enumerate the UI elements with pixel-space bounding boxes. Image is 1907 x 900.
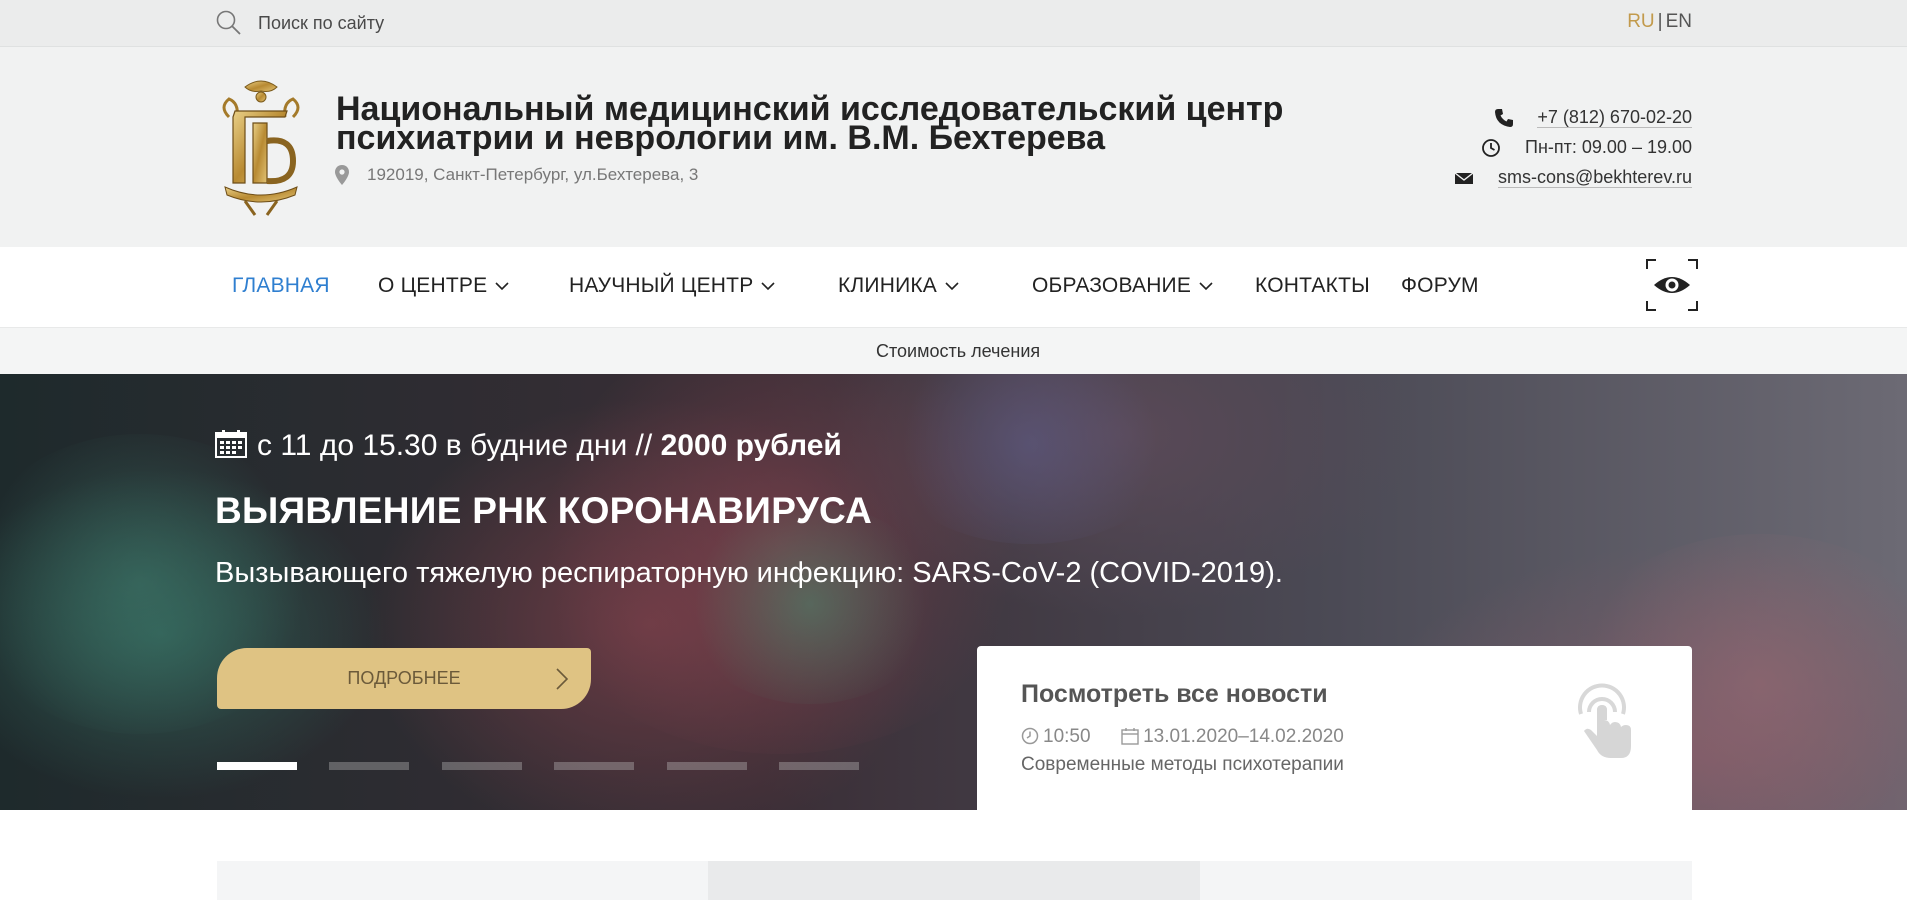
chevron-down-icon bbox=[761, 282, 775, 291]
slider-dot-2[interactable] bbox=[329, 762, 409, 770]
address-text: 192019, Санкт-Петербург, ул.Бехтерева, 3 bbox=[367, 165, 699, 184]
clock-icon bbox=[1482, 139, 1500, 157]
chevron-down-icon bbox=[495, 282, 509, 291]
nav-item-forum[interactable]: ФОРУМ bbox=[1401, 274, 1479, 298]
more-details-label: ПОДРОБНЕЕ bbox=[347, 668, 461, 688]
slider-dot-1[interactable] bbox=[217, 762, 297, 770]
news-meta: 10:50 13.01.2020–14.02.2020 bbox=[1021, 726, 1344, 748]
eye-icon[interactable] bbox=[1646, 259, 1698, 311]
phone-row: +7 (812) 670-02-20 bbox=[1495, 105, 1692, 135]
chevron-down-icon bbox=[1199, 282, 1213, 291]
nav-item-label: НАУЧНЫЙ ЦЕНТР bbox=[569, 274, 754, 297]
nav-item-education[interactable]: ОБРАЗОВАНИЕ bbox=[1032, 274, 1213, 298]
news-time: 10:50 bbox=[1043, 726, 1091, 747]
sub-navigation: Стоимость лечения bbox=[0, 327, 1907, 374]
hero-title: ВЫЯВЛЕНИЕ РНК КОРОНАВИРУСА bbox=[215, 490, 873, 531]
search-input[interactable] bbox=[258, 10, 678, 36]
nav-item-label: О ЦЕНТРЕ bbox=[378, 274, 488, 297]
nav-item-label: КЛИНИКА bbox=[838, 274, 938, 297]
hero-schedule: с 11 до 15.30 в будние дни // 2000 рубле… bbox=[215, 429, 842, 463]
nav-item-home[interactable]: ГЛАВНАЯ bbox=[232, 274, 330, 298]
hero-subtitle: Вызывающего тяжелую респираторную инфекц… bbox=[215, 557, 1283, 589]
phone-icon bbox=[1495, 109, 1513, 127]
nav-item-about[interactable]: О ЦЕНТРЕ bbox=[378, 274, 509, 298]
nav-item-label: ГЛАВНАЯ bbox=[232, 274, 330, 297]
news-dates: 13.01.2020–14.02.2020 bbox=[1143, 726, 1344, 747]
slider-dot-5[interactable] bbox=[667, 762, 747, 770]
nav-item-label: ОБРАЗОВАНИЕ bbox=[1032, 274, 1192, 297]
lang-ru-link[interactable]: RU bbox=[1627, 11, 1654, 32]
organization-title: Национальный медицинский исследовательск… bbox=[336, 90, 1284, 157]
contacts-block: +7 (812) 670-02-20 Пн-пт: 09.00 – 19.00 … bbox=[1454, 105, 1692, 195]
language-switcher: RU | EN bbox=[1627, 11, 1692, 33]
hours-text: Пн-пт: 09.00 – 19.00 bbox=[1525, 137, 1692, 157]
nav-item-contacts[interactable]: КОНТАКТЫ bbox=[1255, 274, 1370, 298]
top-bar: RU|EN bbox=[0, 0, 1907, 47]
main-navigation: ГЛАВНАЯ О ЦЕНТРЕ НАУЧНЫЙ ЦЕНТР КЛИНИКА О… bbox=[0, 247, 1907, 327]
lang-separator: | bbox=[1657, 11, 1663, 32]
search-icon[interactable] bbox=[215, 9, 243, 37]
calendar-icon bbox=[215, 430, 247, 458]
hero-background-decoration bbox=[680, 504, 940, 704]
clock-icon bbox=[1021, 727, 1039, 745]
nav-item-clinic[interactable]: КЛИНИКА bbox=[838, 274, 959, 298]
page: { "search": { "placeholder": "Поиск по с… bbox=[0, 0, 1907, 900]
more-details-button[interactable]: ПОДРОБНЕЕ bbox=[217, 648, 591, 709]
content-block-right bbox=[1200, 861, 1692, 900]
slider-dot-4[interactable] bbox=[554, 762, 634, 770]
news-card[interactable]: Посмотреть все новости 10:50 13.01.2020–… bbox=[977, 646, 1692, 810]
location-pin-icon bbox=[335, 165, 349, 185]
hours-row: Пн-пт: 09.00 – 19.00 bbox=[1482, 135, 1692, 165]
calendar-icon bbox=[1121, 728, 1139, 745]
logo-icon[interactable] bbox=[215, 77, 307, 217]
news-card-title[interactable]: Посмотреть все новости bbox=[1021, 680, 1328, 709]
touch-icon bbox=[1578, 683, 1631, 758]
hero-slider: с 11 до 15.30 в будние дни // 2000 рубле… bbox=[0, 374, 1907, 810]
slider-dot-6[interactable] bbox=[779, 762, 859, 770]
email-row: sms-cons@bekhterev.ru bbox=[1454, 165, 1692, 195]
phone-link[interactable]: +7 (812) 670-02-20 bbox=[1537, 107, 1692, 128]
nav-item-label: КОНТАКТЫ bbox=[1255, 274, 1370, 297]
chevron-down-icon bbox=[945, 282, 959, 291]
envelope-icon bbox=[1454, 172, 1474, 184]
site-header: Национальный медицинский исследовательск… bbox=[0, 47, 1907, 247]
nav-item-label: ФОРУМ bbox=[1401, 274, 1479, 297]
news-description: Современные методы психотерапии bbox=[1021, 754, 1344, 775]
treatment-cost-link[interactable]: Стоимость лечения bbox=[876, 341, 1040, 362]
lang-en-link[interactable]: EN bbox=[1666, 11, 1692, 32]
chevron-right-icon bbox=[556, 668, 569, 690]
hero-schedule-text: с 11 до 15.30 в будние дни // bbox=[257, 429, 661, 462]
nav-item-science[interactable]: НАУЧНЫЙ ЦЕНТР bbox=[569, 274, 775, 298]
content-block-left bbox=[217, 861, 708, 900]
slider-dot-3[interactable] bbox=[442, 762, 522, 770]
content-block-middle bbox=[708, 861, 1200, 900]
hero-price: 2000 рублей bbox=[660, 429, 842, 462]
address: 192019, Санкт-Петербург, ул.Бехтерева, 3 bbox=[335, 165, 699, 185]
email-link[interactable]: sms-cons@bekhterev.ru bbox=[1497, 167, 1692, 188]
